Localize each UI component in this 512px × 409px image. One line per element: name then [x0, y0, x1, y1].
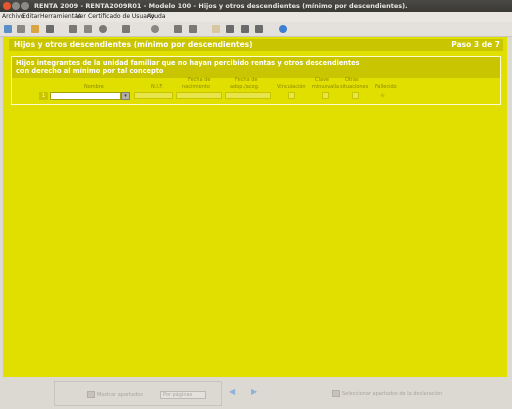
otras-situaciones-field[interactable] [352, 92, 359, 99]
toolbar [0, 22, 512, 37]
col-clave-1: Clave [315, 77, 329, 83]
form-area: Hijos y otros descendientes (mínimo por … [3, 37, 507, 377]
section-title-line1: Hijos integrantes de la unidad familiar … [16, 59, 360, 67]
nombre-input[interactable] [50, 92, 121, 100]
select-sections-label: Seleccionar apartados de la declaración [342, 391, 443, 397]
page-header: Hijos y otros descendientes (mínimo por … [9, 39, 503, 51]
close-window-button[interactable] [3, 2, 11, 10]
fallecido-checkbox[interactable]: ◆ [379, 92, 386, 99]
page-title: Hijos y otros descendientes (mínimo por … [14, 40, 253, 49]
clave-minusvalia-field[interactable] [322, 92, 329, 99]
fecha-adopcion-input[interactable] [225, 92, 271, 99]
doc-icon[interactable] [151, 25, 159, 33]
select-sections-checkbox[interactable] [332, 390, 340, 397]
menu-ayuda[interactable]: Ayuda [147, 12, 166, 22]
edit-icon[interactable] [212, 25, 220, 33]
table-icon[interactable] [189, 25, 197, 33]
disk2-icon[interactable] [122, 25, 130, 33]
new-icon[interactable] [4, 25, 12, 33]
menu-certificado[interactable]: Certificado de Usuario [88, 12, 155, 22]
fecha-nacimiento-input[interactable] [176, 92, 222, 99]
show-sections-checkbox[interactable] [87, 391, 95, 398]
disk-icon[interactable] [99, 25, 107, 33]
chevron-down-icon[interactable]: ▾ [121, 92, 130, 100]
grid-icon[interactable] [226, 25, 234, 33]
menu-herramientas[interactable]: Herramientas [40, 12, 81, 22]
col-vinculacion: Vinculación [277, 84, 306, 90]
show-sections-label: Mostrar apartados [97, 392, 143, 398]
help-icon[interactable] [279, 25, 287, 33]
menu-ver[interactable]: Ver [76, 12, 86, 22]
section-header: Hijos integrantes de la unidad familiar … [12, 57, 500, 78]
pages-select[interactable]: Por páginas [160, 391, 206, 399]
menu-editar[interactable]: Editar [22, 12, 40, 22]
folder-icon[interactable] [31, 25, 39, 33]
maximize-window-button[interactable] [21, 2, 29, 10]
section-title-line2: con derecho al mínimo por tal concepto [16, 67, 164, 75]
open-icon[interactable] [17, 25, 25, 33]
col-otras-2: situaciones [340, 84, 369, 90]
col-otras-1: Otras [345, 77, 359, 83]
print-icon[interactable] [69, 25, 77, 33]
col-fecha-nac-2: nacimiento [182, 84, 210, 90]
title-bar: RENTA 2009 - RENTA2009R01 - Modelo 100 -… [0, 0, 512, 12]
step-indicator: Paso 3 de 7 [451, 40, 500, 49]
save-icon[interactable] [46, 25, 54, 33]
nif-input[interactable] [134, 92, 173, 99]
previous-arrow-icon[interactable]: ◀ [229, 387, 235, 396]
minimize-window-button[interactable] [12, 2, 20, 10]
grid2-icon[interactable] [241, 25, 249, 33]
navigation-panel: Mostrar apartados Por páginas [54, 381, 222, 406]
col-fecha-nac-1: Fecha de [188, 77, 211, 83]
chart-icon[interactable] [255, 25, 263, 33]
list-icon[interactable] [174, 25, 182, 33]
col-clave-2: minusvalía [312, 84, 340, 90]
col-nif: N.I.F. [151, 84, 164, 90]
col-nombre: Nombre [84, 84, 104, 90]
col-fecha-adop-1: Fecha de [235, 77, 258, 83]
col-fecha-adop-2: adop./acog. [230, 84, 260, 90]
next-arrow-icon[interactable]: ▶ [251, 387, 257, 396]
row-number: 1 [39, 92, 48, 100]
window-title: RENTA 2009 - RENTA2009R01 - Modelo 100 -… [34, 2, 408, 10]
calc-icon[interactable] [84, 25, 92, 33]
col-fallecido: Fallecido [375, 84, 397, 90]
menu-bar: Archivo Editar Herramientas Ver Certific… [0, 12, 512, 22]
bottom-bar: Mostrar apartados Por páginas ◀ ▶ Selecc… [0, 378, 512, 409]
vinculacion-field[interactable] [288, 92, 295, 99]
